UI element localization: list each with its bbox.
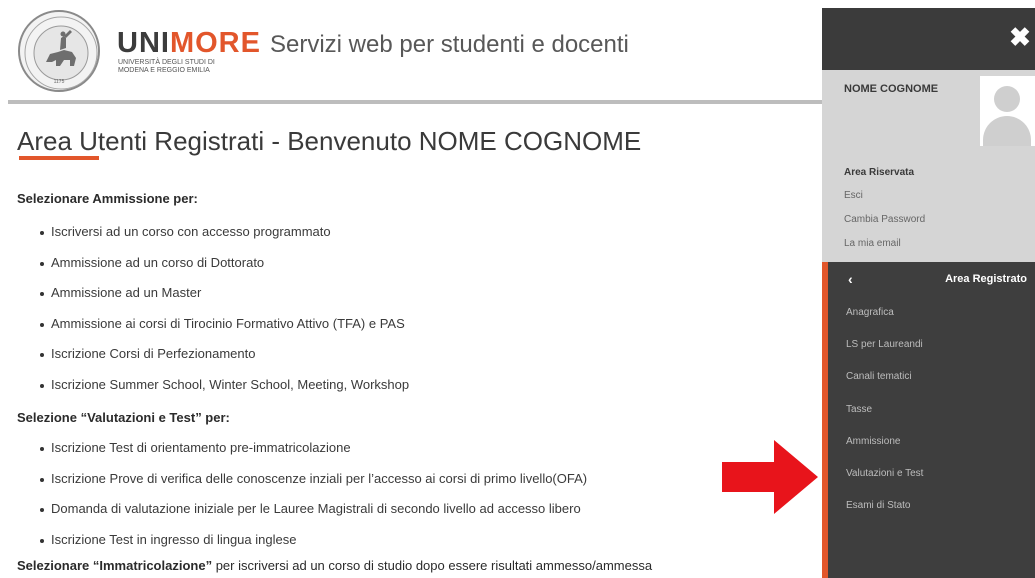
site-tagline: Servizi web per studenti e docenti: [270, 31, 629, 58]
list-item: Ammissione ai corsi di Tirocinio Formati…: [40, 316, 409, 347]
menu-item-anagrafica[interactable]: Anagrafica: [828, 297, 1035, 329]
list-item: Iscrizione Summer School, Winter School,…: [40, 377, 409, 408]
brand-more: MORE: [169, 27, 261, 59]
list-item-text: Iscrizione Test in ingresso di lingua in…: [51, 531, 297, 547]
bullet-icon: [40, 231, 44, 235]
menu-header: ‹ Area Registrato: [828, 262, 1035, 297]
menu-item-ammissione[interactable]: Ammissione: [828, 426, 1035, 458]
header-divider: [8, 100, 822, 104]
area-registrato-menu: ‹ Area Registrato Anagrafica LS per Laur…: [822, 262, 1035, 578]
side-panel-topbar: ✖: [822, 8, 1035, 70]
menu-item-ls-laureandi[interactable]: LS per Laureandi: [828, 329, 1035, 361]
brand-subtitle-line: UNIVERSITÀ DEGLI STUDI DI: [118, 59, 215, 66]
close-icon[interactable]: ✖: [1007, 24, 1033, 50]
list-item: Iscrizione Prove di verifica delle conos…: [40, 471, 587, 502]
brand-subtitle: UNIVERSITÀ DEGLI STUDI DI MODENA E REGGI…: [118, 59, 268, 75]
menu-item-tasse[interactable]: Tasse: [828, 394, 1035, 426]
list-item: Domanda di valutazione iniziale per le L…: [40, 501, 587, 532]
list-item-text: Iscrizione Prove di verifica delle conos…: [51, 470, 588, 486]
menu-items: Anagrafica LS per Laureandi Canali temat…: [828, 297, 1035, 522]
list-item-text: Domanda di valutazione iniziale per le L…: [51, 501, 581, 516]
menu-item-esami-stato[interactable]: Esami di Stato: [828, 490, 1035, 522]
section-heading-ammissione: Selezionare Ammissione per:: [17, 191, 198, 206]
bullet-icon: [40, 353, 44, 357]
menu-header-label: Area Registrato: [945, 273, 1027, 285]
user-name: NOME COGNOME: [844, 83, 939, 95]
valutazioni-list: Iscrizione Test di orientamento pre-imma…: [40, 440, 587, 562]
back-chevron-icon[interactable]: ‹: [848, 271, 853, 287]
avatar: [980, 76, 1035, 146]
list-item-text: Ammissione ai corsi di Tirocinio Formati…: [51, 315, 405, 331]
area-riservata-title: Area Riservata: [844, 167, 915, 178]
logout-link[interactable]: Esci: [844, 190, 863, 201]
university-seal-logo[interactable]: 1175: [18, 10, 100, 92]
list-item-text: Iscriversi ad un corso con accesso progr…: [51, 224, 331, 239]
title-underline: [19, 156, 99, 160]
site-header: 1175 UNIMORE UNIVERSITÀ DEGLI STUDI DI M…: [0, 0, 822, 96]
list-item-text: Ammissione ad un corso di Dottorato: [51, 254, 265, 270]
bullet-icon: [40, 292, 44, 296]
page-title: Area Utenti Registrati - Benvenuto NOME …: [17, 126, 642, 156]
bullet-icon: [40, 508, 44, 512]
immatricolazione-note: Selezionare “Immatricolazione” per iscri…: [17, 558, 652, 573]
brand-subtitle-line: MODENA E REGGIO EMILIA: [118, 67, 210, 74]
list-item: Iscriversi ad un corso con accesso progr…: [40, 224, 409, 255]
side-panel: ✖ NOME COGNOME Area Riservata Esci Cambi…: [822, 8, 1035, 578]
brand-uni: UNI: [117, 27, 170, 59]
brand-name[interactable]: UNIMORE: [117, 27, 261, 60]
seal-year: 1175: [53, 79, 65, 85]
avatar-body: [983, 116, 1031, 146]
bullet-icon: [40, 322, 44, 327]
change-password-link[interactable]: Cambia Password: [844, 214, 925, 225]
list-item-text: Ammissione ad un Master: [51, 285, 202, 300]
menu-item-valutazioni-test[interactable]: Valutazioni e Test: [828, 458, 1035, 490]
section-heading-valutazioni: Selezione “Valutazioni e Test” per:: [17, 410, 230, 425]
list-item-text: Iscrizione Summer School, Winter School,…: [51, 376, 410, 392]
bullet-icon: [40, 261, 44, 266]
avatar-head: [994, 86, 1020, 112]
my-email-link[interactable]: La mia email: [844, 238, 901, 249]
list-item: Ammissione ad un corso di Dottorato: [40, 255, 409, 286]
list-item: Iscrizione Corsi di Perfezionamento: [40, 346, 409, 377]
bullet-icon: [40, 538, 44, 543]
list-item: Iscrizione Test di orientamento pre-imma…: [40, 440, 587, 471]
list-item: Ammissione ad un Master: [40, 285, 409, 316]
bullet-icon: [40, 447, 44, 451]
list-item-text: Iscrizione Corsi di Perfezionamento: [51, 346, 256, 361]
red-arrow-icon: [722, 440, 818, 514]
immatricolazione-note-text: per iscriversi ad un corso di studio dop…: [212, 558, 653, 573]
ammissione-list: Iscriversi ad un corso con accesso progr…: [40, 224, 409, 407]
list-item-text: Iscrizione Test di orientamento pre-imma…: [51, 440, 351, 455]
menu-item-canali-tematici[interactable]: Canali tematici: [828, 361, 1035, 393]
bullet-icon: [40, 383, 44, 388]
bullet-icon: [40, 477, 44, 482]
immatricolazione-note-bold: Selezionare “Immatricolazione”: [17, 558, 213, 573]
